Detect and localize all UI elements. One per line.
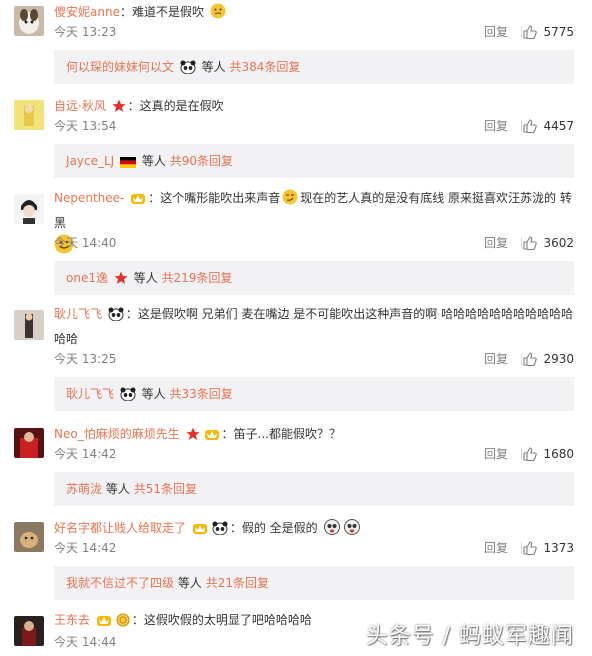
username-link[interactable]: Neo_怕麻烦的麻烦先生: [54, 427, 180, 441]
red-star-badge-icon: [114, 264, 128, 298]
thumbs-up-icon: [523, 119, 538, 134]
divider: [521, 237, 522, 249]
like-button[interactable]: 3602: [523, 233, 574, 253]
like-button[interactable]: 2930: [523, 349, 574, 369]
reply-username[interactable]: one1逸: [66, 271, 108, 285]
comment-text: 这假吹假的太明显了吧哈哈哈哈: [143, 613, 312, 627]
reply-username[interactable]: 我就不信过不了四级: [66, 576, 174, 590]
avatar[interactable]: [14, 428, 44, 458]
timestamp: 今天 14:40: [54, 236, 117, 250]
reply-summary[interactable]: 我就不信过不了四级 等人 共21条回复: [54, 566, 574, 600]
panda-emoji-icon: [180, 53, 196, 87]
comment-text: 这真的是在假吹: [139, 99, 224, 113]
reply-summary[interactable]: one1逸 等人 共219条回复: [54, 261, 574, 295]
comment-text: 这个嘴形能吹出来声音: [160, 191, 281, 205]
comment-meta: 今天 13:54 回复 4457: [54, 116, 574, 136]
divider: [521, 448, 522, 460]
divider: [521, 26, 522, 38]
reply-button[interactable]: 回复: [484, 349, 508, 369]
comment-meta: 今天 13:23 回复 5775: [54, 22, 574, 42]
reply-button[interactable]: 回复: [484, 233, 508, 253]
germany-flag-icon: [120, 147, 137, 181]
comment-meta: 今天 14:42 回复 1680: [54, 444, 574, 464]
reply-count-link[interactable]: 共384条回复: [230, 60, 301, 74]
divider: [521, 120, 522, 132]
reply-summary[interactable]: 苏萌泷 等人 共51条回复: [54, 472, 574, 506]
comment-meta: 今天 14:40 回复 3602: [54, 233, 574, 253]
username-link[interactable]: 自远·秋风: [54, 99, 106, 113]
thumbs-up-icon: [523, 352, 538, 367]
reply-button[interactable]: 回复: [484, 22, 508, 42]
timestamp: 今天 13:54: [54, 119, 117, 133]
reply-username[interactable]: 何以琛的妹妹何以文: [66, 60, 174, 74]
avatar[interactable]: [14, 522, 44, 552]
like-count: 4457: [543, 119, 574, 133]
reply-username[interactable]: 苏萌泷: [66, 482, 102, 496]
comment-text: 难道不是假吹: [131, 5, 204, 19]
vip-crown-badge-icon: [96, 613, 112, 633]
reply-count-link[interactable]: 共21条回复: [206, 576, 269, 590]
username-link[interactable]: 王东去: [54, 613, 90, 627]
reply-count-link[interactable]: 共33条回复: [170, 387, 233, 401]
like-count: 1373: [543, 541, 574, 555]
reply-summary[interactable]: 耿儿飞飞 等人 共33条回复: [54, 377, 574, 411]
comment-meta: 今天 14:42 回复 1373: [54, 538, 574, 558]
like-button[interactable]: 1680: [523, 444, 574, 464]
thumbs-up-icon: [523, 236, 538, 251]
like-count: 5775: [543, 25, 574, 39]
username-link[interactable]: Nepenthee-: [54, 191, 124, 205]
timestamp: 今天 13:25: [54, 352, 117, 366]
comment-body: 耿儿飞飞 ：这是假吹啊 兄弟们 麦在嘴边 是不可能吹出这种声音的啊 哈哈哈哈哈哈…: [54, 306, 574, 346]
divider: [521, 353, 522, 365]
reply-button[interactable]: 回复: [484, 538, 508, 558]
timestamp: 今天 14:42: [54, 447, 117, 461]
avatar[interactable]: [14, 310, 44, 340]
timestamp: 今天 14:42: [54, 541, 117, 555]
reply-count-link[interactable]: 共219条回复: [161, 271, 232, 285]
timestamp: 今天 14:44: [54, 635, 117, 649]
username-link[interactable]: 耿儿飞飞: [54, 307, 102, 321]
reply-summary[interactable]: 何以琛的妹妹何以文 等人 共384条回复: [54, 50, 574, 84]
thumbs-up-icon: [523, 25, 538, 40]
like-count: 1680: [543, 447, 574, 461]
comment-text: 假的 全是假的: [241, 521, 318, 535]
like-button[interactable]: 1373: [523, 538, 574, 558]
medal-badge-icon: [116, 613, 130, 633]
avatar[interactable]: [14, 194, 44, 224]
avatar[interactable]: [14, 6, 44, 36]
reply-count-link[interactable]: 共51条回复: [134, 482, 197, 496]
thumbs-up-icon: [523, 447, 538, 462]
reply-button[interactable]: 回复: [484, 444, 508, 464]
like-count: 3602: [543, 236, 574, 250]
smirk-emoji-icon: [282, 189, 298, 212]
like-button[interactable]: 5775: [523, 22, 574, 42]
reply-count-link[interactable]: 共90条回复: [170, 154, 233, 168]
comment-meta: 今天 13:25 回复 2930: [54, 349, 574, 369]
avatar[interactable]: [14, 616, 44, 646]
reply-summary[interactable]: Jayce_LJ 等人 共90条回复: [54, 144, 574, 178]
divider: [521, 542, 522, 554]
panda-emoji-icon: [108, 306, 124, 328]
reply-username[interactable]: 耿儿飞飞: [66, 387, 114, 401]
reply-button[interactable]: 回复: [484, 116, 508, 136]
panda-emoji-icon: [120, 380, 136, 414]
watermark: 头条号 / 蚂蚁军趣闻: [365, 624, 574, 649]
thumbs-up-icon: [523, 541, 538, 556]
username-link[interactable]: 傻安妮anne: [54, 5, 120, 19]
timestamp: 今天 13:23: [54, 25, 117, 39]
username-link[interactable]: 好名字都让贱人给取走了: [54, 521, 186, 535]
like-count: 2930: [543, 352, 574, 366]
reply-username[interactable]: Jayce_LJ: [66, 154, 114, 168]
vip-crown-badge-icon: [130, 190, 146, 212]
like-button[interactable]: 4457: [523, 116, 574, 136]
avatar[interactable]: [14, 100, 44, 130]
comment-text: 笛子...都能假吹？？: [233, 427, 341, 441]
